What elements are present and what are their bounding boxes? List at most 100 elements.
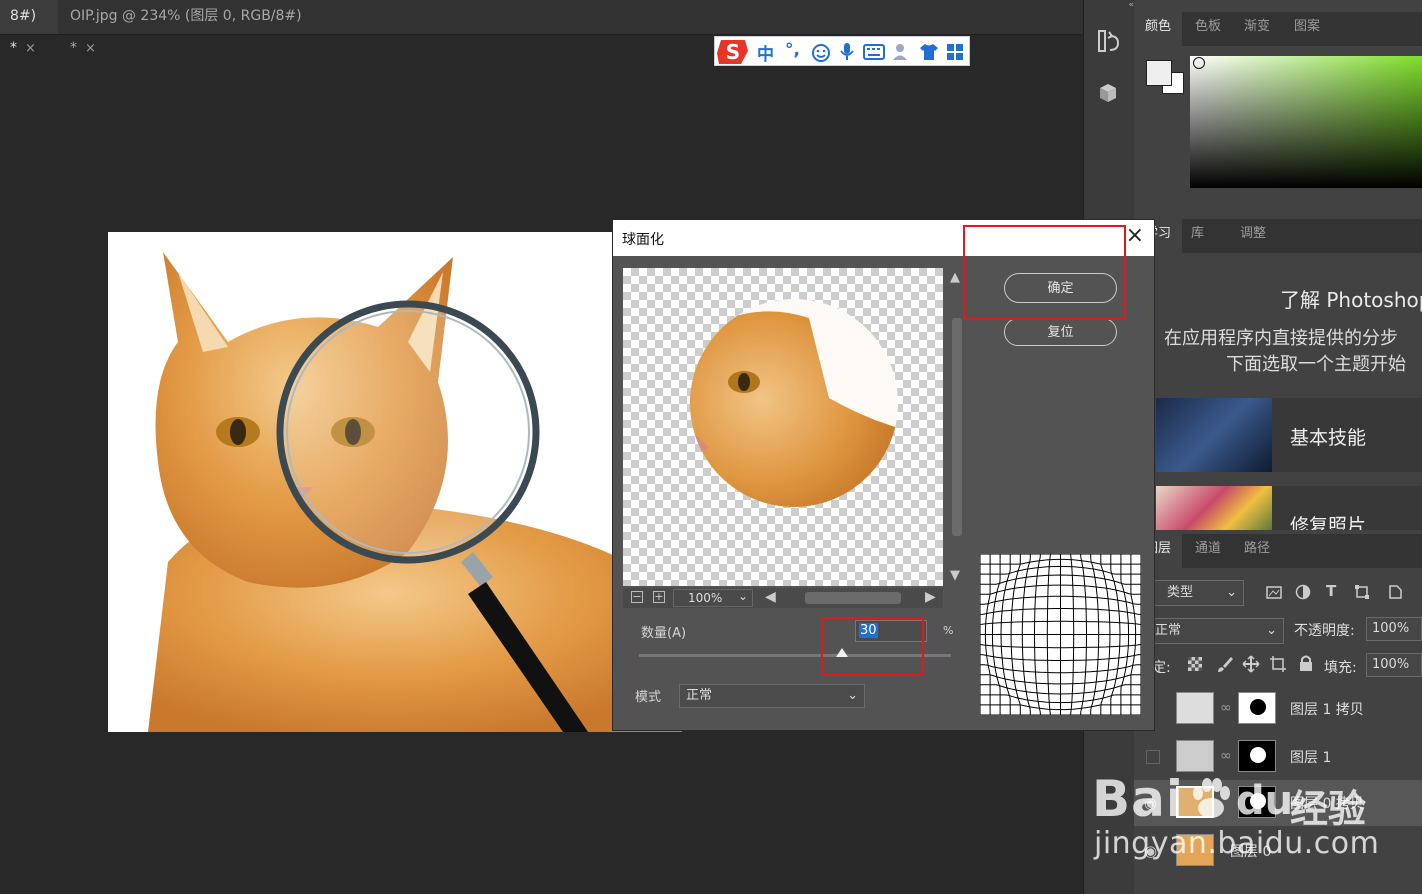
close-icon[interactable]: ×	[25, 41, 36, 56]
right-panel-dock: 颜色 色板 渐变 图案 学习 库 调整 了解 Photoshop 在应用程序内直…	[1134, 0, 1422, 894]
baidu-paw-icon	[1193, 778, 1230, 818]
tab-document-1[interactable]: 8#) * ×	[0, 0, 58, 56]
emoji-icon[interactable]	[811, 43, 831, 63]
ime-chinese-mode[interactable]: 中	[757, 40, 774, 65]
chevron-down-icon: ⌄	[1226, 585, 1237, 600]
opacity-label: 不透明度:	[1294, 623, 1355, 639]
microphone-icon[interactable]	[839, 42, 855, 62]
tab-swatches[interactable]: 色板	[1184, 12, 1232, 46]
3d-properties-icon[interactable]	[1096, 80, 1122, 104]
scroll-left-arrow-icon[interactable]: ◀	[765, 589, 776, 605]
document-tab-bar: 8#) * × OIP.jpg @ 234% (图层 0, RGB/8#) * ×	[0, 0, 1083, 56]
topic-label: 基本技能	[1290, 427, 1367, 449]
tab-gradients[interactable]: 渐变	[1233, 12, 1281, 46]
lock-brush-icon[interactable]	[1216, 655, 1234, 673]
watermark-brand: Bai	[1092, 770, 1184, 828]
tab-color[interactable]: 颜色	[1134, 12, 1183, 46]
tab-paths[interactable]: 路径	[1233, 534, 1281, 568]
tab-libraries[interactable]: 库	[1180, 219, 1215, 253]
watermark-url: jingyan.baidu.com	[1094, 826, 1380, 861]
chevron-down-icon: ⌄	[737, 589, 748, 603]
topic-label: 修复照片	[1290, 515, 1367, 530]
learn-topic-basic-skills[interactable]: 基本技能	[1156, 398, 1422, 472]
ime-punctuation[interactable]: °,	[785, 40, 800, 60]
horizontal-scroll-thumb[interactable]	[805, 592, 901, 604]
keyboard-icon[interactable]	[863, 44, 885, 60]
layer-mask-thumbnail[interactable]	[1238, 692, 1276, 724]
spherize-dialog: 球面化 × ▲ ▼ − + 100% ⌄ ◀ ▶ 确定 复位 数量(A) 30 …	[612, 219, 1155, 731]
foreground-color-swatch[interactable]	[1146, 60, 1172, 86]
highlight-ok-area	[963, 225, 1126, 320]
tab-patterns[interactable]: 图案	[1283, 12, 1331, 46]
fill-input[interactable]: 100%	[1366, 653, 1422, 677]
link-chain-icon[interactable]: ∞	[1220, 748, 1232, 764]
filter-shape-icon[interactable]	[1354, 584, 1370, 600]
dialog-title: 球面化	[622, 232, 664, 248]
close-icon[interactable]: ×	[1126, 224, 1144, 248]
amount-unit: %	[943, 624, 954, 637]
lock-all-icon[interactable]	[1298, 654, 1314, 672]
color-picker-field[interactable]	[1190, 56, 1422, 188]
learn-description-line1: 在应用程序内直接提供的分步	[1164, 328, 1398, 349]
collapse-arrows-icon[interactable]: «	[1084, 0, 1134, 10]
lock-artboard-icon[interactable]	[1269, 655, 1287, 673]
learn-topic-fix-photos[interactable]: 修复照片	[1156, 486, 1422, 530]
sogou-logo-icon[interactable]: S	[715, 37, 751, 67]
fill-label: 填充:	[1324, 660, 1357, 676]
mode-label: 模式	[635, 690, 662, 705]
svg-text:S: S	[726, 40, 740, 64]
history-icon[interactable]	[1096, 28, 1122, 54]
layer-mask-thumbnail[interactable]	[1238, 740, 1276, 772]
color-panel-tabs: 颜色 色板 渐变 图案	[1134, 12, 1422, 46]
opacity-input[interactable]: 100%	[1366, 617, 1422, 641]
color-picker-cursor[interactable]	[1193, 57, 1205, 69]
zoom-out-button[interactable]: −	[631, 591, 643, 603]
user-icon[interactable]	[891, 42, 911, 62]
close-icon[interactable]: ×	[85, 41, 96, 56]
scroll-right-arrow-icon[interactable]: ▶	[925, 589, 936, 605]
filter-smart-object-icon[interactable]	[1387, 584, 1403, 600]
topic-thumbnail	[1156, 486, 1272, 530]
layer-name[interactable]: 图层 1	[1290, 747, 1331, 767]
filter-preview[interactable]	[623, 268, 943, 586]
layer-name[interactable]: 图层 1 拷贝	[1290, 699, 1364, 719]
spherized-preview-image	[690, 299, 898, 507]
layer-thumbnail	[1176, 740, 1214, 772]
layer-row[interactable]: › ∞ 图层 1 拷贝	[1134, 686, 1422, 732]
chevron-down-icon: ⌄	[1266, 623, 1277, 638]
filter-label: 类型	[1167, 585, 1194, 600]
link-chain-icon[interactable]: ∞	[1220, 700, 1232, 716]
chevron-down-icon: ⌄	[847, 688, 858, 703]
toolbox-grid-icon[interactable]	[945, 42, 965, 62]
preview-zoom-bar: − + 100% ⌄ ◀ ▶	[623, 588, 943, 608]
learn-title: 了解 Photoshop	[1280, 288, 1422, 312]
filter-type-icon[interactable]: T	[1326, 582, 1336, 600]
scroll-thumb[interactable]	[952, 318, 962, 536]
scroll-up-arrow-icon[interactable]: ▲	[950, 270, 960, 285]
zoom-level-select[interactable]: 100% ⌄	[673, 589, 753, 607]
cat-magnifier-photo	[148, 252, 682, 732]
layer-filter-select[interactable]: 类型 ⌄	[1150, 580, 1244, 606]
blend-mode-select[interactable]: 正常 ⌄	[1150, 618, 1284, 644]
canvas-document-image[interactable]	[108, 232, 682, 732]
filter-pixel-icon[interactable]	[1266, 584, 1282, 600]
tab-document-oip[interactable]: OIP.jpg @ 234% (图层 0, RGB/8#) * ×	[60, 0, 336, 56]
mode-select[interactable]: 正常 ⌄	[679, 684, 865, 708]
scroll-down-arrow-icon[interactable]: ▼	[950, 568, 960, 583]
topic-thumbnail	[1156, 398, 1272, 472]
highlight-amount-area	[821, 617, 924, 676]
lock-transparent-icon[interactable]	[1188, 657, 1202, 671]
layers-panel-tabs: 图层 通道 路径	[1134, 534, 1422, 568]
tab-adjustments[interactable]: 调整	[1229, 219, 1277, 253]
watermark-jingyan: 经验	[1290, 787, 1367, 831]
lock-move-icon[interactable]	[1242, 655, 1260, 673]
layer-thumbnail	[1176, 692, 1214, 724]
tab-channels[interactable]: 通道	[1184, 534, 1232, 568]
filter-adjustment-icon[interactable]	[1295, 584, 1311, 600]
tab-label: OIP.jpg @ 234% (图层 0, RGB/8#) *	[70, 8, 302, 56]
reset-button[interactable]: 复位	[1004, 318, 1117, 346]
zoom-in-button[interactable]: +	[653, 591, 665, 603]
zoom-value: 100%	[688, 591, 723, 605]
visibility-toggle[interactable]	[1146, 750, 1160, 764]
skin-shirt-icon[interactable]	[919, 42, 939, 62]
